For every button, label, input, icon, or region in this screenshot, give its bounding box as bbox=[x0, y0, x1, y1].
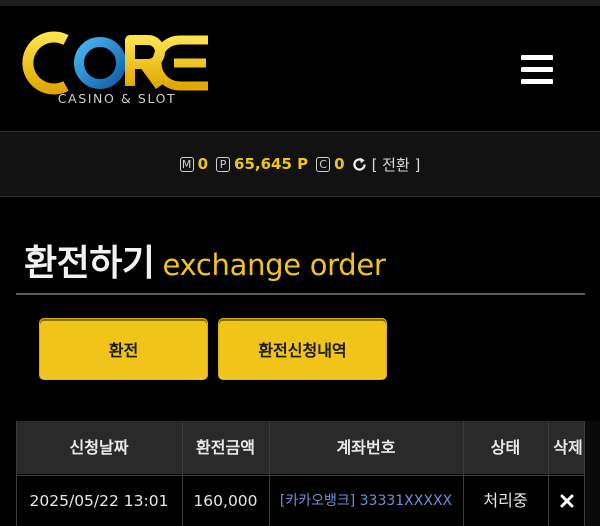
point-value: 65,645 P bbox=[234, 155, 309, 173]
coin-value: 0 bbox=[334, 155, 345, 173]
delete-x-icon[interactable] bbox=[560, 494, 574, 508]
title-divider bbox=[16, 293, 585, 295]
row-account: [카카오뱅크] 33331XXXXX bbox=[279, 493, 453, 509]
column-header-amount: 환전금액 bbox=[196, 438, 255, 457]
points-bar: M 0 P 65,645 P C 0 [ 전환 ] bbox=[0, 131, 600, 197]
row-amount: 160,000 bbox=[193, 492, 258, 510]
page-title-korean: 환전하기 bbox=[24, 243, 155, 284]
row-status: 처리중 bbox=[483, 491, 528, 510]
brand-tagline: CASINO & SLOT bbox=[57, 91, 177, 106]
point-switch-link[interactable]: [ 전환 ] bbox=[372, 154, 421, 175]
menu-line bbox=[521, 55, 553, 60]
menu-line bbox=[521, 79, 553, 84]
exchange-button[interactable]: 환전 bbox=[39, 318, 208, 380]
page-title: 환전하기 exchange order bbox=[24, 234, 386, 286]
refresh-icon[interactable] bbox=[351, 156, 368, 173]
row-date: 2025/05/22 13:01 bbox=[29, 492, 169, 510]
column-divider bbox=[548, 421, 549, 526]
table-clip-edge bbox=[585, 421, 600, 526]
brand-logo[interactable]: CASINO & SLOT bbox=[22, 28, 222, 118]
column-divider bbox=[16, 421, 17, 526]
column-header-delete: 삭제 bbox=[553, 438, 583, 457]
column-divider bbox=[463, 421, 464, 526]
coin-balance: C 0 [ 전환 ] bbox=[316, 154, 420, 175]
column-header-date: 신청날짜 bbox=[69, 438, 129, 457]
column-header-account: 계좌번호 bbox=[336, 438, 396, 457]
c-badge-icon: C bbox=[316, 156, 331, 172]
m-badge-icon: M bbox=[179, 156, 194, 172]
money-value: 0 bbox=[197, 155, 209, 173]
core-logo-icon bbox=[22, 31, 208, 95]
page-title-english: exchange order bbox=[162, 248, 386, 282]
p-badge-icon: P bbox=[216, 156, 231, 172]
header: CASINO & SLOT bbox=[0, 6, 600, 131]
column-divider bbox=[182, 421, 183, 526]
column-header-status: 상태 bbox=[490, 438, 521, 457]
exchange-history-button[interactable]: 환전신청내역 bbox=[218, 318, 387, 380]
column-divider bbox=[269, 421, 270, 526]
menu-line bbox=[521, 67, 553, 72]
hamburger-menu-icon[interactable] bbox=[516, 50, 560, 90]
page: CASINO & SLOT M 0 P 65,645 P C 0 [ 전환 ] bbox=[0, 0, 600, 526]
money-balance: M 0 bbox=[179, 155, 209, 173]
point-balance: P 65,645 P bbox=[216, 155, 308, 173]
